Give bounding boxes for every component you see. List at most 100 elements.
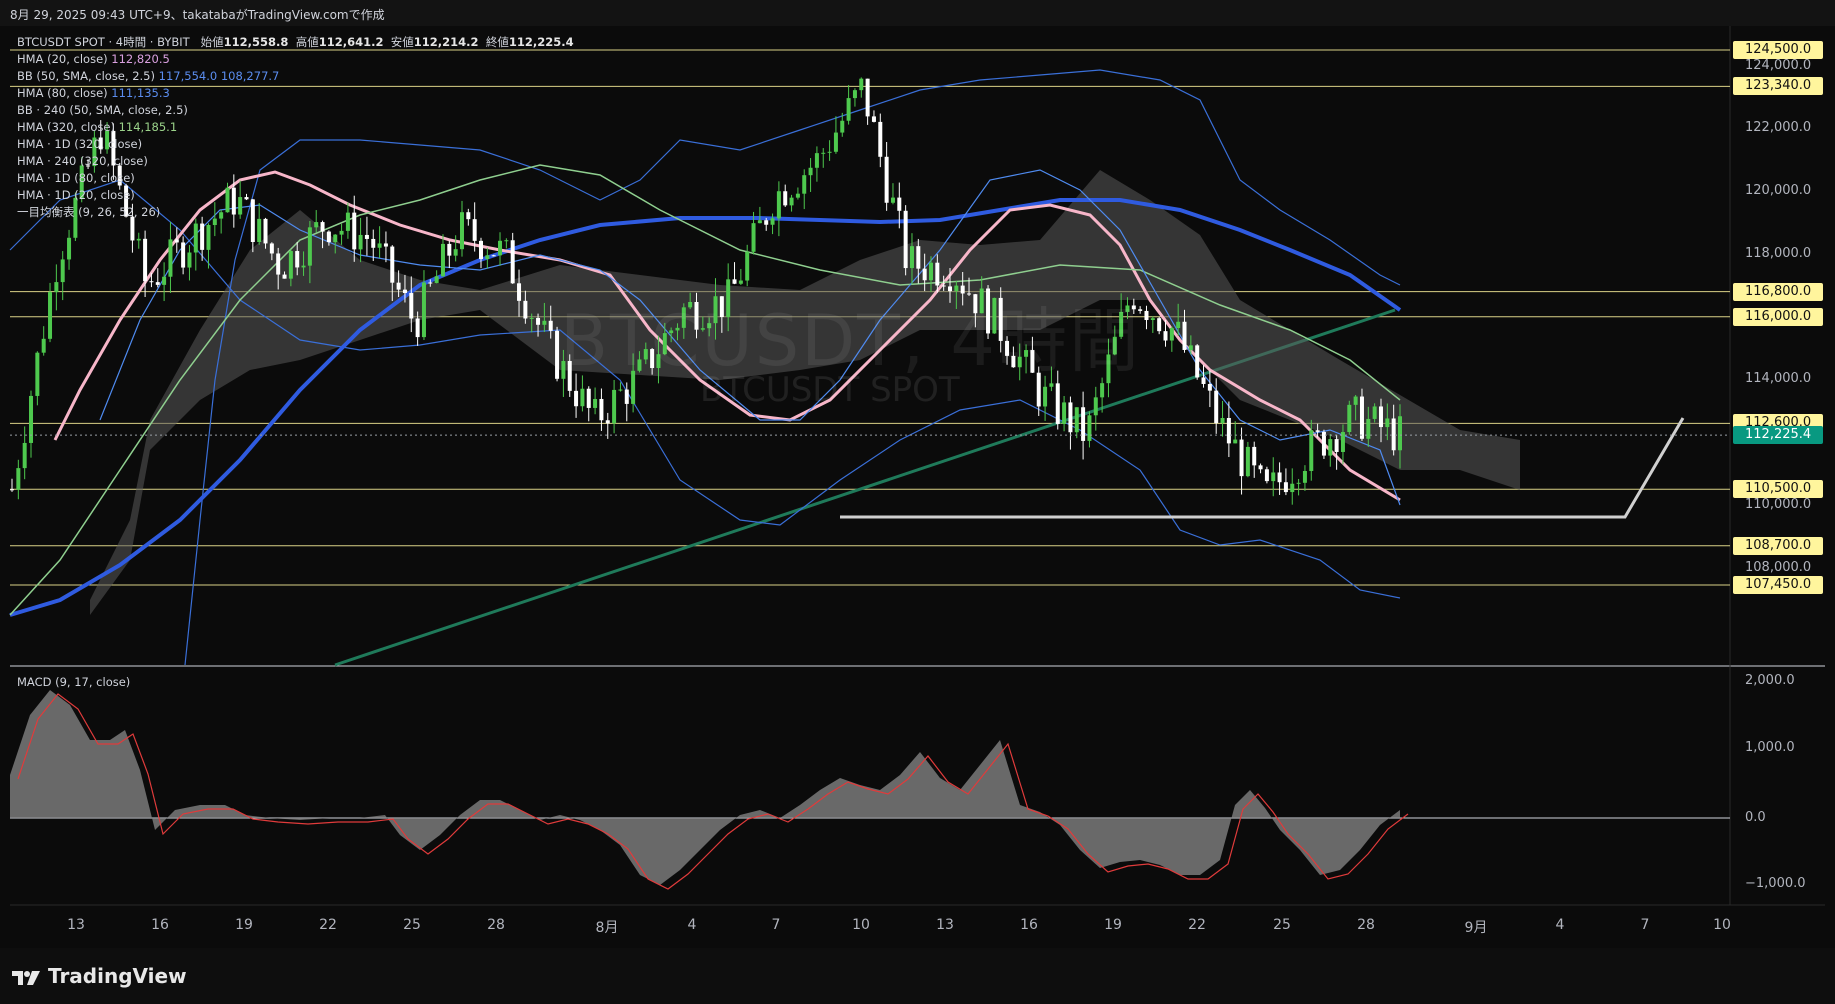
tradingview-logo[interactable]: TradingView [12, 964, 187, 988]
candle-body [1176, 321, 1181, 329]
date-tick: 19 [1104, 917, 1122, 933]
indicator-value: 114,185.1 [118, 120, 178, 134]
candle-body [364, 234, 369, 239]
candle-body [1074, 407, 1079, 433]
candle-body [1068, 402, 1073, 433]
date-tick: 4 [1555, 917, 1565, 933]
candle-body [852, 90, 857, 99]
candle-body [428, 282, 433, 284]
date-tick: 22 [1188, 917, 1206, 933]
candle-body [599, 398, 604, 421]
candle-body [605, 420, 610, 424]
indicator-row[interactable]: BB (50, SMA, close, 2.5) 117,554.0 108,2… [17, 68, 574, 85]
macd-legend[interactable]: MACD (9, 17, close) [17, 675, 130, 689]
candle-body [326, 231, 331, 243]
candle-body [1347, 404, 1352, 433]
candle-body [155, 282, 160, 285]
candle-body [174, 239, 179, 243]
candle-body [770, 218, 775, 225]
candle-body [764, 220, 769, 225]
candle-body [536, 317, 541, 325]
candle-body [453, 249, 458, 256]
candle-body [1163, 331, 1168, 341]
candle-body [162, 276, 167, 285]
indicator-row[interactable]: HMA · 240 (320, close) [17, 153, 574, 170]
candle-body [865, 78, 870, 117]
candle-body [1252, 446, 1257, 466]
legend-open-label: 始値 [200, 35, 224, 49]
candle-body [808, 167, 813, 176]
indicator-row[interactable]: HMA (80, close) 111,135.3 [17, 85, 574, 102]
date-tick: 9月 [1464, 920, 1488, 936]
indicator-row[interactable]: HMA · 1D (320, close) [17, 136, 574, 153]
legend-low: 112,214.2 [413, 35, 479, 49]
candle-body [1315, 430, 1320, 432]
indicator-label: HMA · 1D (20, close) [17, 188, 135, 202]
candle-body [181, 242, 186, 268]
date-tick: 8月 [595, 920, 619, 936]
indicator-row[interactable]: HMA (320, close) 114,185.1 [17, 119, 574, 136]
date-tick: 13 [67, 917, 85, 933]
candle-body [555, 330, 560, 379]
legend-low-label: 安値 [390, 35, 414, 49]
legend-high: 112,641.2 [318, 35, 384, 49]
indicator-row[interactable]: 一目均衡表 (9, 26, 52, 26) [17, 204, 574, 221]
candle-body [491, 255, 496, 257]
candle-body [757, 220, 762, 224]
candle-body [1328, 439, 1333, 456]
indicator-row[interactable]: HMA · 1D (20, close) [17, 187, 574, 204]
candle-body [440, 243, 445, 277]
candle-body [1385, 418, 1390, 428]
candle-body [358, 234, 363, 250]
candle-body [415, 318, 420, 338]
candle-body [574, 390, 579, 407]
symbol-watermark-sub: BTCUSDT SPOT [700, 370, 960, 410]
macd-tick: 2,000.0 [1745, 673, 1795, 688]
candle-body [263, 218, 268, 244]
level-price-tag: 123,340.0 [1733, 77, 1823, 96]
price-tick: 120,000.0 [1745, 183, 1812, 199]
macd-tick: 1,000.0 [1745, 740, 1795, 755]
candle-body [542, 320, 547, 325]
legend-symbol[interactable]: BTCUSDT SPOT · 4時間 · BYBIT [17, 35, 190, 49]
indicator-list: HMA (20, close) 112,820.5 BB (50, SMA, cl… [17, 51, 574, 221]
candle-body [1359, 396, 1364, 439]
candle-body [371, 238, 376, 248]
level-price-tag: 110,500.0 [1733, 480, 1823, 499]
candle-body [859, 78, 864, 91]
candle-body [1220, 417, 1225, 424]
indicator-value: 111,135.3 [111, 86, 170, 100]
price-tick: 122,000.0 [1745, 120, 1812, 136]
legend-close: 112,225.4 [508, 35, 574, 49]
indicator-row[interactable]: HMA (20, close) 112,820.5 [17, 51, 574, 68]
candle-body [580, 388, 585, 407]
indicator-label: 一目均衡表 (9, 26, 52, 26) [17, 205, 161, 219]
candle-body [472, 219, 477, 241]
candle-body [935, 262, 940, 286]
candle-body [60, 259, 65, 283]
candle-body [827, 151, 832, 153]
candle-body [814, 153, 819, 168]
candle-body [593, 398, 598, 408]
indicator-row[interactable]: HMA · 1D (80, close) [17, 170, 574, 187]
candle-body [149, 281, 154, 283]
candle-body [548, 320, 553, 331]
indicator-row[interactable]: BB · 240 (50, SMA, close, 2.5) [17, 102, 574, 119]
price-tick: 114,000.0 [1745, 371, 1812, 387]
date-tick: 22 [319, 917, 337, 933]
candle-body [136, 238, 141, 241]
indicator-label: BB · 240 (50, SMA, close, 2.5) [17, 103, 188, 117]
indicator-label: HMA (320, close) [17, 120, 119, 134]
candle-body [884, 156, 889, 203]
candle-body [903, 210, 908, 269]
candle-body [1271, 472, 1276, 482]
candle-body [846, 98, 851, 121]
date-tick: 16 [1020, 917, 1038, 933]
candle-body [339, 230, 344, 235]
level-price-tag: 116,000.0 [1733, 307, 1823, 326]
candle-body [504, 240, 509, 242]
candle-body [840, 120, 845, 133]
candle-body [928, 262, 933, 281]
candle-body [916, 246, 921, 269]
candle-body [282, 274, 287, 279]
